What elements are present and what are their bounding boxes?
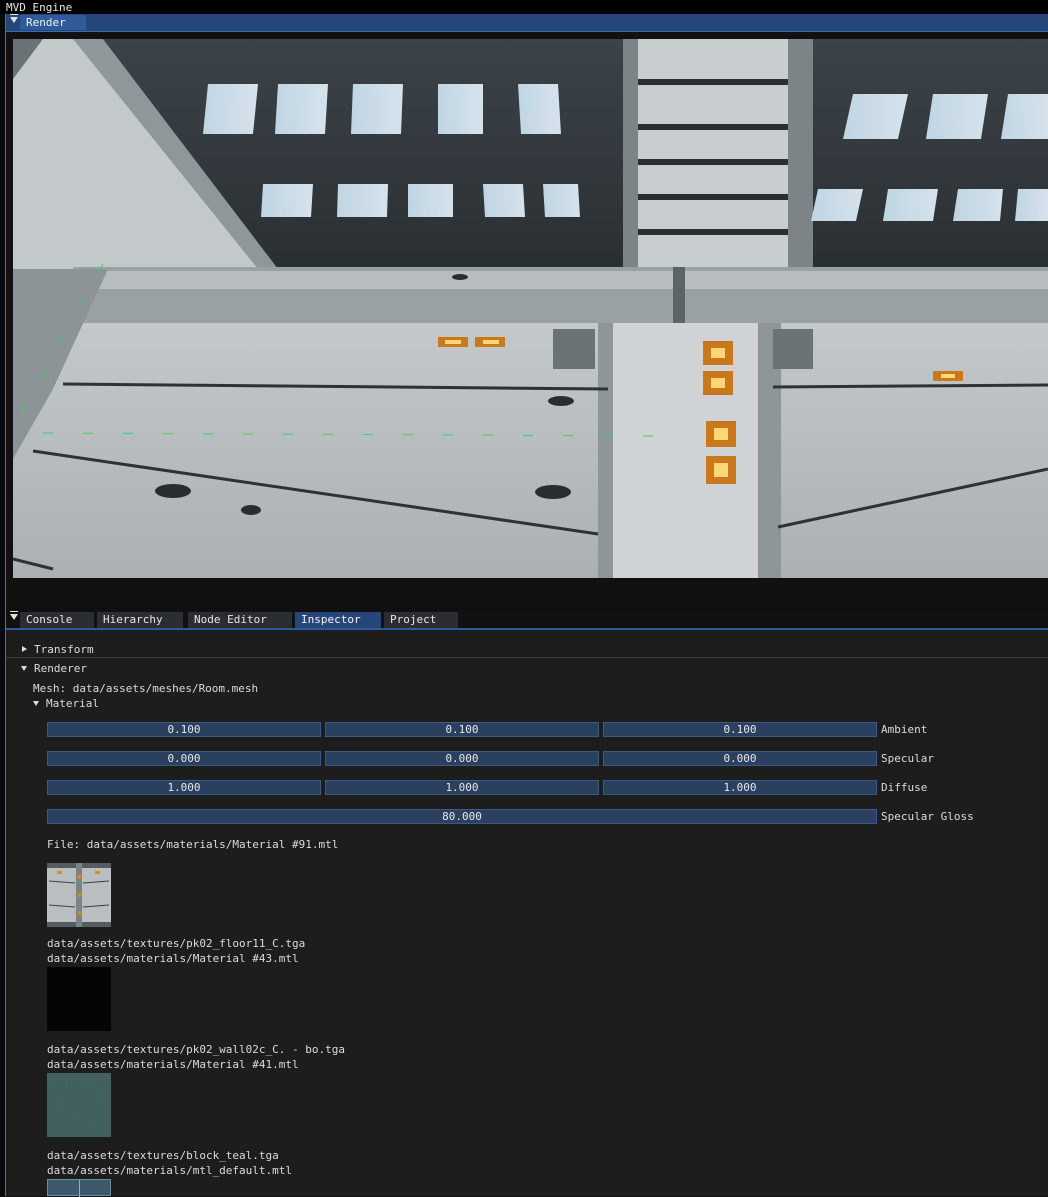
- mesh-path: Mesh: data/assets/meshes/Room.mesh: [33, 682, 259, 695]
- renderer-node[interactable]: Renderer: [20, 662, 320, 676]
- collapse-arrow-icon: [21, 666, 27, 671]
- texture-thumbnail-wall[interactable]: [47, 967, 111, 1031]
- material-path: data/assets/materials/Material #41.mtl: [47, 1058, 299, 1071]
- ambient-label: Ambient: [881, 723, 928, 736]
- grid-line: [79, 1180, 80, 1197]
- app-title: MVD Engine: [6, 1, 73, 14]
- collapse-menu-icon[interactable]: [10, 14, 18, 23]
- renderer-label: Renderer: [34, 662, 87, 675]
- collapse-arrow-icon: [33, 701, 39, 706]
- specular-b-input[interactable]: 0.000: [603, 751, 877, 766]
- texture-path: data/assets/textures/block_teal.tga: [47, 1149, 279, 1162]
- diffuse-g-input[interactable]: 1.000: [325, 780, 599, 795]
- texture-path: data/assets/textures/pk02_wall02c_C. - b…: [47, 1043, 346, 1056]
- divider: [6, 657, 1048, 658]
- diffuse-r-input[interactable]: 1.000: [47, 780, 321, 795]
- specular-g-input[interactable]: 0.000: [325, 751, 599, 766]
- specular-gloss-slider[interactable]: 80.000: [47, 809, 877, 824]
- expand-arrow-icon: [22, 646, 27, 652]
- texture-thumbnail-default[interactable]: [47, 1179, 111, 1197]
- render-viewport[interactable]: [13, 39, 1048, 578]
- material-path: data/assets/materials/Material #43.mtl: [47, 952, 299, 965]
- floor-texture-image: [47, 863, 111, 927]
- diffuse-label: Diffuse: [881, 781, 928, 794]
- render-window: Render: [6, 14, 1048, 608]
- render-tabbar: Render: [6, 14, 1048, 32]
- material-file-path: File: data/assets/materials/Material #91…: [47, 838, 339, 851]
- diffuse-b-input[interactable]: 1.000: [603, 780, 877, 795]
- tab-hierarchy[interactable]: Hierarchy: [97, 612, 183, 628]
- specular-r-input[interactable]: 0.000: [47, 751, 321, 766]
- tab-render[interactable]: Render: [20, 15, 86, 30]
- texture-thumbnail-teal[interactable]: [47, 1073, 111, 1137]
- collapse-menu-icon[interactable]: [10, 611, 18, 620]
- app-titlebar: MVD Engine: [0, 0, 1048, 15]
- ambient-g-input[interactable]: 0.100: [325, 722, 599, 737]
- lower-dock: Console Hierarchy Node Editor Inspector …: [6, 610, 1048, 1197]
- texture-thumbnail-floor[interactable]: [47, 863, 111, 927]
- lower-tabbar: Console Hierarchy Node Editor Inspector …: [6, 610, 1048, 630]
- specular-gloss-label: Specular Gloss: [881, 810, 974, 823]
- material-path: data/assets/materials/mtl_default.mtl: [47, 1164, 293, 1177]
- scene-render: [13, 39, 1048, 578]
- transform-node[interactable]: Transform: [20, 643, 320, 657]
- transform-label: Transform: [34, 643, 94, 656]
- texture-path: data/assets/textures/pk02_floor11_C.tga: [47, 937, 306, 950]
- ambient-b-input[interactable]: 0.100: [603, 722, 877, 737]
- specular-label: Specular: [881, 752, 934, 765]
- tab-inspector[interactable]: Inspector: [295, 612, 381, 628]
- ambient-r-input[interactable]: 0.100: [47, 722, 321, 737]
- material-node[interactable]: Material: [32, 697, 232, 711]
- tab-node-editor[interactable]: Node Editor: [188, 612, 292, 628]
- teal-texture-image: [47, 1073, 111, 1137]
- tab-project[interactable]: Project: [384, 612, 458, 628]
- material-label: Material: [46, 697, 99, 710]
- tab-console[interactable]: Console: [20, 612, 94, 628]
